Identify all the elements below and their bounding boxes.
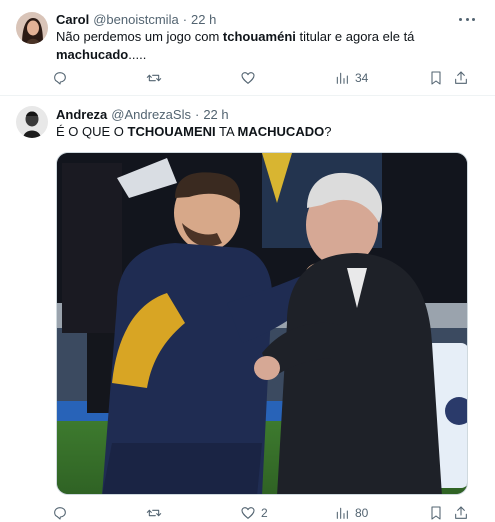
bookmark-button[interactable] <box>428 503 444 522</box>
text-part: titular e agora ele tá <box>295 29 415 44</box>
tweet-text: É O QUE O TCHOUAMENI TA MACHUCADO? <box>56 123 469 141</box>
tweet-header: Andreza @AndrezaSls · 22 h <box>56 105 229 123</box>
views-count: 34 <box>355 71 369 85</box>
text-part: Não perdemos um jogo com <box>56 29 223 44</box>
reply-icon <box>54 507 66 520</box>
views-count: 80 <box>355 506 369 520</box>
text-bold: MACHUCADO <box>237 124 325 139</box>
text-bold: TCHOUAMENI <box>127 124 216 139</box>
author-name[interactable]: Andreza <box>56 107 107 122</box>
like-button[interactable]: 2 <box>240 503 268 522</box>
share-button[interactable] <box>453 68 469 88</box>
like-count: 2 <box>261 506 268 520</box>
bookmark-button[interactable] <box>428 68 444 88</box>
views-icon <box>336 507 348 519</box>
repost-icon <box>146 509 162 517</box>
repost-button[interactable] <box>146 68 167 88</box>
repost-icon <box>146 74 162 82</box>
avatar-carol[interactable] <box>16 12 48 44</box>
text-part: ? <box>324 124 332 139</box>
bookmark-icon <box>431 506 441 520</box>
separator-dot: · <box>182 11 188 27</box>
reply-button[interactable] <box>52 68 73 88</box>
tweet-andreza[interactable]: Andreza @AndrezaSls · 22 h É O QUE O TCH… <box>0 97 495 522</box>
tweet-text: Não perdemos um jogo com tchouaméni titu… <box>56 28 469 64</box>
text-part: ..... <box>128 47 147 62</box>
bookmark-icon <box>431 71 441 85</box>
timestamp[interactable]: 22 h <box>203 107 228 122</box>
action-bar: 2 80 <box>52 503 477 522</box>
tweet-media-image[interactable] <box>56 152 468 495</box>
share-button[interactable] <box>453 503 469 522</box>
action-bar: 34 <box>52 68 477 88</box>
reply-button[interactable] <box>52 503 73 522</box>
avatar-andreza[interactable] <box>16 106 48 138</box>
like-button[interactable] <box>240 68 261 88</box>
heart-icon <box>241 507 255 519</box>
more-icon[interactable] <box>459 12 475 26</box>
reply-icon <box>54 72 66 85</box>
mention-bold: tchouaméni <box>222 29 296 44</box>
tweet-carol[interactable]: Carol @benoistcmila · 22 h Não perdemos … <box>0 0 495 96</box>
views-button[interactable]: 80 <box>334 503 368 522</box>
text-part: É O QUE O <box>56 124 128 139</box>
heart-icon <box>241 72 255 84</box>
author-handle[interactable]: @benoistcmila <box>93 12 178 27</box>
timestamp[interactable]: 22 h <box>191 12 216 27</box>
share-icon <box>455 71 467 84</box>
author-handle[interactable]: @AndrezaSls <box>111 107 191 122</box>
text-bold: machucado <box>56 47 129 62</box>
author-name[interactable]: Carol <box>56 12 89 27</box>
text-part: TA <box>215 124 238 139</box>
repost-button[interactable] <box>146 503 167 522</box>
tweet-header: Carol @benoistcmila · 22 h <box>56 10 216 28</box>
share-icon <box>455 506 467 519</box>
views-button[interactable]: 34 <box>334 68 368 88</box>
views-icon <box>336 72 348 84</box>
separator-dot: · <box>194 106 200 122</box>
